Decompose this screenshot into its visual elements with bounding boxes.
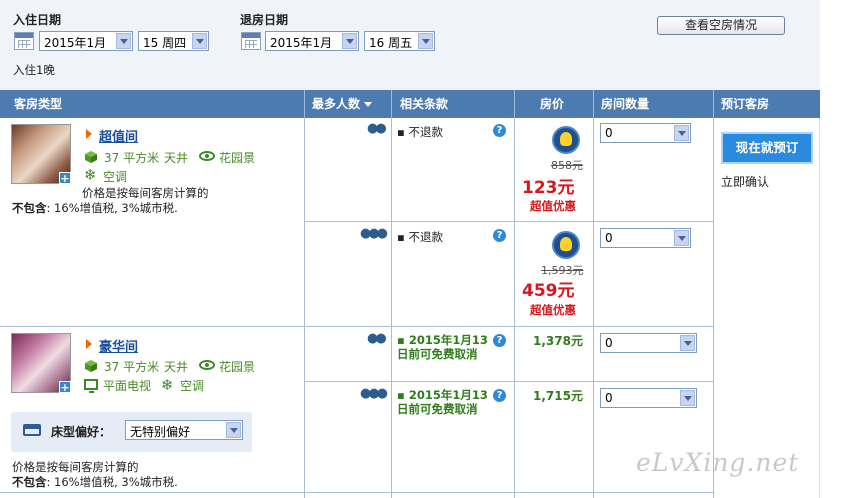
bed-preference-select[interactable]: 无特别偏好 — [125, 420, 243, 440]
bed-icon — [23, 424, 41, 436]
feature-ac: 空调 — [103, 170, 128, 184]
checkin-month-select[interactable]: 2015年1月 — [39, 31, 133, 51]
header-room-type: 客房类型 — [14, 97, 63, 111]
chevron-down-icon — [674, 125, 689, 141]
chevron-down-icon — [680, 390, 695, 406]
chevron-down-icon — [226, 422, 241, 438]
checkout-day-select[interactable]: 16 周五 — [364, 31, 435, 51]
checkout-label: 退房日期 — [240, 13, 289, 27]
feature-patio: 天井 — [164, 360, 189, 374]
feature-view: 花园景 — [219, 360, 256, 374]
help-icon[interactable]: ? — [493, 334, 506, 347]
room-quantity-select[interactable]: 0 — [600, 388, 697, 408]
zoom-plus-icon[interactable]: + — [59, 172, 71, 184]
help-icon[interactable]: ? — [493, 389, 506, 402]
calendar-icon[interactable] — [241, 32, 261, 50]
chevron-down-icon — [418, 33, 433, 49]
area-cube-icon — [85, 151, 97, 163]
room-quantity-select[interactable]: 0 — [600, 228, 691, 248]
feature-view: 花园景 — [219, 151, 256, 165]
room-quantity-select[interactable]: 0 — [600, 123, 691, 143]
help-icon[interactable]: ? — [493, 229, 506, 242]
checkin-day-select[interactable]: 15 周四 — [138, 31, 209, 51]
header-price: 房价 — [540, 97, 565, 111]
chevron-down-icon — [192, 33, 207, 49]
checkin-label: 入住日期 — [13, 13, 62, 27]
header-conditions: 相关条款 — [400, 97, 449, 111]
header-max-occupancy[interactable]: 最多人数 — [312, 90, 373, 118]
policy: ▪ 不退款 — [397, 125, 443, 139]
discount-price: 459元 — [522, 281, 575, 301]
feature-ac: 空调 — [180, 379, 205, 393]
sort-down-icon — [364, 102, 373, 107]
calendar-icon[interactable] — [14, 32, 34, 50]
room-name-link[interactable]: 超值间 — [99, 126, 138, 145]
zoom-plus-icon[interactable]: + — [59, 381, 71, 393]
deal-label: 超值优惠 — [530, 303, 576, 317]
discount-price: 123元 — [522, 178, 575, 198]
deal-badge-icon — [552, 231, 580, 259]
chevron-down-icon — [674, 230, 689, 246]
occupancy-3-icon: ●●● — [360, 226, 388, 241]
bed-preference-panel: 床型偏好： 无特别偏好 — [11, 412, 252, 452]
flat-tv-icon — [84, 379, 98, 393]
chevron-down-icon — [342, 33, 357, 49]
room-price: 1,378元 — [533, 334, 583, 348]
occupancy-2-icon: ●● — [367, 121, 387, 136]
watermark: eLvXing.net — [636, 448, 800, 477]
room-price: 1,715元 — [533, 389, 583, 403]
expand-arrow-icon — [86, 129, 92, 139]
nights-count: 入住1晚 — [13, 63, 55, 77]
chevron-down-icon — [680, 335, 695, 351]
chevron-down-icon — [116, 33, 131, 49]
deal-label: 超值优惠 — [530, 199, 576, 213]
room-photo[interactable]: + — [11, 124, 71, 184]
area-cube-icon — [85, 360, 97, 372]
instant-confirmation: 立即确认 — [721, 175, 770, 189]
feature-patio: 天井 — [164, 151, 189, 165]
air-conditioning-icon: ❄ — [84, 166, 97, 184]
room-photo[interactable]: + — [11, 333, 71, 393]
occupancy-2-icon: ●● — [367, 331, 387, 346]
policy-free-cancel: ▪ 2015年1月13日前可免费取消 — [397, 388, 488, 416]
bed-preference-label: 床型偏好： — [51, 425, 112, 439]
view-eye-icon — [199, 360, 215, 370]
book-now-button[interactable]: 现在就预订 — [721, 132, 813, 164]
check-availability-button[interactable]: 查看空房情况 — [657, 16, 785, 35]
price-note: 价格是按每间客房计算的 — [82, 186, 209, 200]
expand-arrow-icon — [86, 339, 92, 349]
search-panel: 入住日期 2015年1月 15 周四 退房日期 2015年1月 16 周五 查看… — [0, 0, 820, 90]
policy: ▪ 不退款 — [397, 230, 443, 244]
price-note: 价格是按每间客房计算的 — [12, 460, 139, 474]
original-price: 858元 — [551, 159, 583, 172]
checkout-month-select[interactable]: 2015年1月 — [265, 31, 359, 51]
air-conditioning-icon: ❄ — [161, 376, 174, 394]
room-name-link[interactable]: 豪华间 — [99, 336, 138, 355]
header-booking: 预订客房 — [721, 97, 770, 111]
help-icon[interactable]: ? — [493, 124, 506, 137]
room-area: 37 平方米 — [104, 360, 160, 374]
header-quantity: 房间数量 — [601, 97, 650, 111]
view-eye-icon — [199, 151, 215, 161]
room-area: 37 平方米 — [104, 151, 160, 165]
policy-free-cancel: ▪ 2015年1月13日前可免费取消 — [397, 333, 488, 361]
table-header: 客房类型 最多人数 相关条款 房价 房间数量 预订客房 — [0, 90, 820, 118]
exclusions: 不包含: 16%增值税, 3%城市税. — [12, 201, 178, 215]
feature-tv: 平面电视 — [103, 379, 152, 393]
deal-badge-icon — [552, 126, 580, 154]
exclusions: 不包含: 16%增值税, 3%城市税. — [12, 475, 178, 489]
occupancy-3-icon: ●●● — [360, 386, 388, 401]
room-quantity-select[interactable]: 0 — [600, 333, 697, 353]
